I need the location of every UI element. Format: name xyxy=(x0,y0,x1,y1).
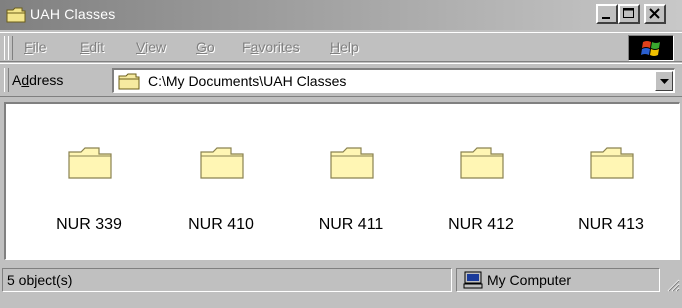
menu-bar: File Edit View Go Favorites Help xyxy=(0,32,682,62)
folder-icon xyxy=(330,147,374,179)
folder-label: NUR 410 xyxy=(188,216,254,233)
address-dropdown-button[interactable] xyxy=(655,71,673,91)
close-button[interactable] xyxy=(644,4,666,24)
menu-help[interactable]: Help xyxy=(330,39,359,55)
address-grip[interactable] xyxy=(4,68,9,92)
folder-label: NUR 412 xyxy=(448,216,514,233)
folder-icon xyxy=(118,73,140,93)
address-value: C:\My Documents\UAH Classes xyxy=(148,73,347,89)
menu-favorites[interactable]: Favorites xyxy=(242,39,300,55)
minimize-icon xyxy=(602,17,610,19)
menu-grip[interactable] xyxy=(8,36,13,60)
folder-icon xyxy=(68,147,112,179)
folder-item-nur-339[interactable]: NUR 339 xyxy=(34,104,144,254)
status-panel-zone: My Computer xyxy=(456,268,660,292)
folder-item-nur-412[interactable]: NUR 412 xyxy=(426,104,536,254)
status-bar: 5 object(s) My Computer xyxy=(0,266,682,308)
object-count: 5 object(s) xyxy=(7,272,73,288)
windows-flag-icon xyxy=(641,41,660,56)
close-icon xyxy=(649,8,660,19)
chevron-down-icon xyxy=(660,79,669,84)
menu-edit[interactable]: Edit xyxy=(80,39,104,55)
folder-item-nur-410[interactable]: NUR 410 xyxy=(166,104,276,254)
my-computer-icon xyxy=(463,271,483,289)
menu-view[interactable]: View xyxy=(136,39,166,55)
address-bar: Address C:\My Documents\UAH Classes xyxy=(0,63,682,97)
window-title: UAH Classes xyxy=(30,6,116,22)
menu-go[interactable]: Go xyxy=(196,39,215,55)
address-input[interactable]: C:\My Documents\UAH Classes xyxy=(112,68,675,93)
folder-label: NUR 339 xyxy=(56,216,122,233)
folder-label: NUR 413 xyxy=(578,216,644,233)
folder-icon xyxy=(6,7,26,26)
folder-icon xyxy=(200,147,244,179)
folder-item-nur-413[interactable]: NUR 413 xyxy=(556,104,666,254)
zone-label: My Computer xyxy=(487,272,572,288)
folder-icon xyxy=(460,147,504,179)
status-panel-objects: 5 object(s) xyxy=(2,268,452,292)
folder-item-nur-411[interactable]: NUR 411 xyxy=(296,104,406,254)
folder-view[interactable]: NUR 339 NUR 410 NUR 411 NUR 412 NUR 413 xyxy=(4,102,680,260)
folder-label: NUR 411 xyxy=(318,216,384,233)
title-bar[interactable]: UAH Classes xyxy=(0,0,682,30)
maximize-button[interactable] xyxy=(618,4,640,24)
maximize-icon xyxy=(623,8,634,18)
folder-icon xyxy=(590,147,634,179)
menu-file[interactable]: File xyxy=(24,39,47,55)
address-label: Address xyxy=(12,72,64,88)
windows-logo xyxy=(628,35,674,61)
minimize-button[interactable] xyxy=(596,4,618,24)
resize-grip-icon[interactable] xyxy=(666,278,680,292)
